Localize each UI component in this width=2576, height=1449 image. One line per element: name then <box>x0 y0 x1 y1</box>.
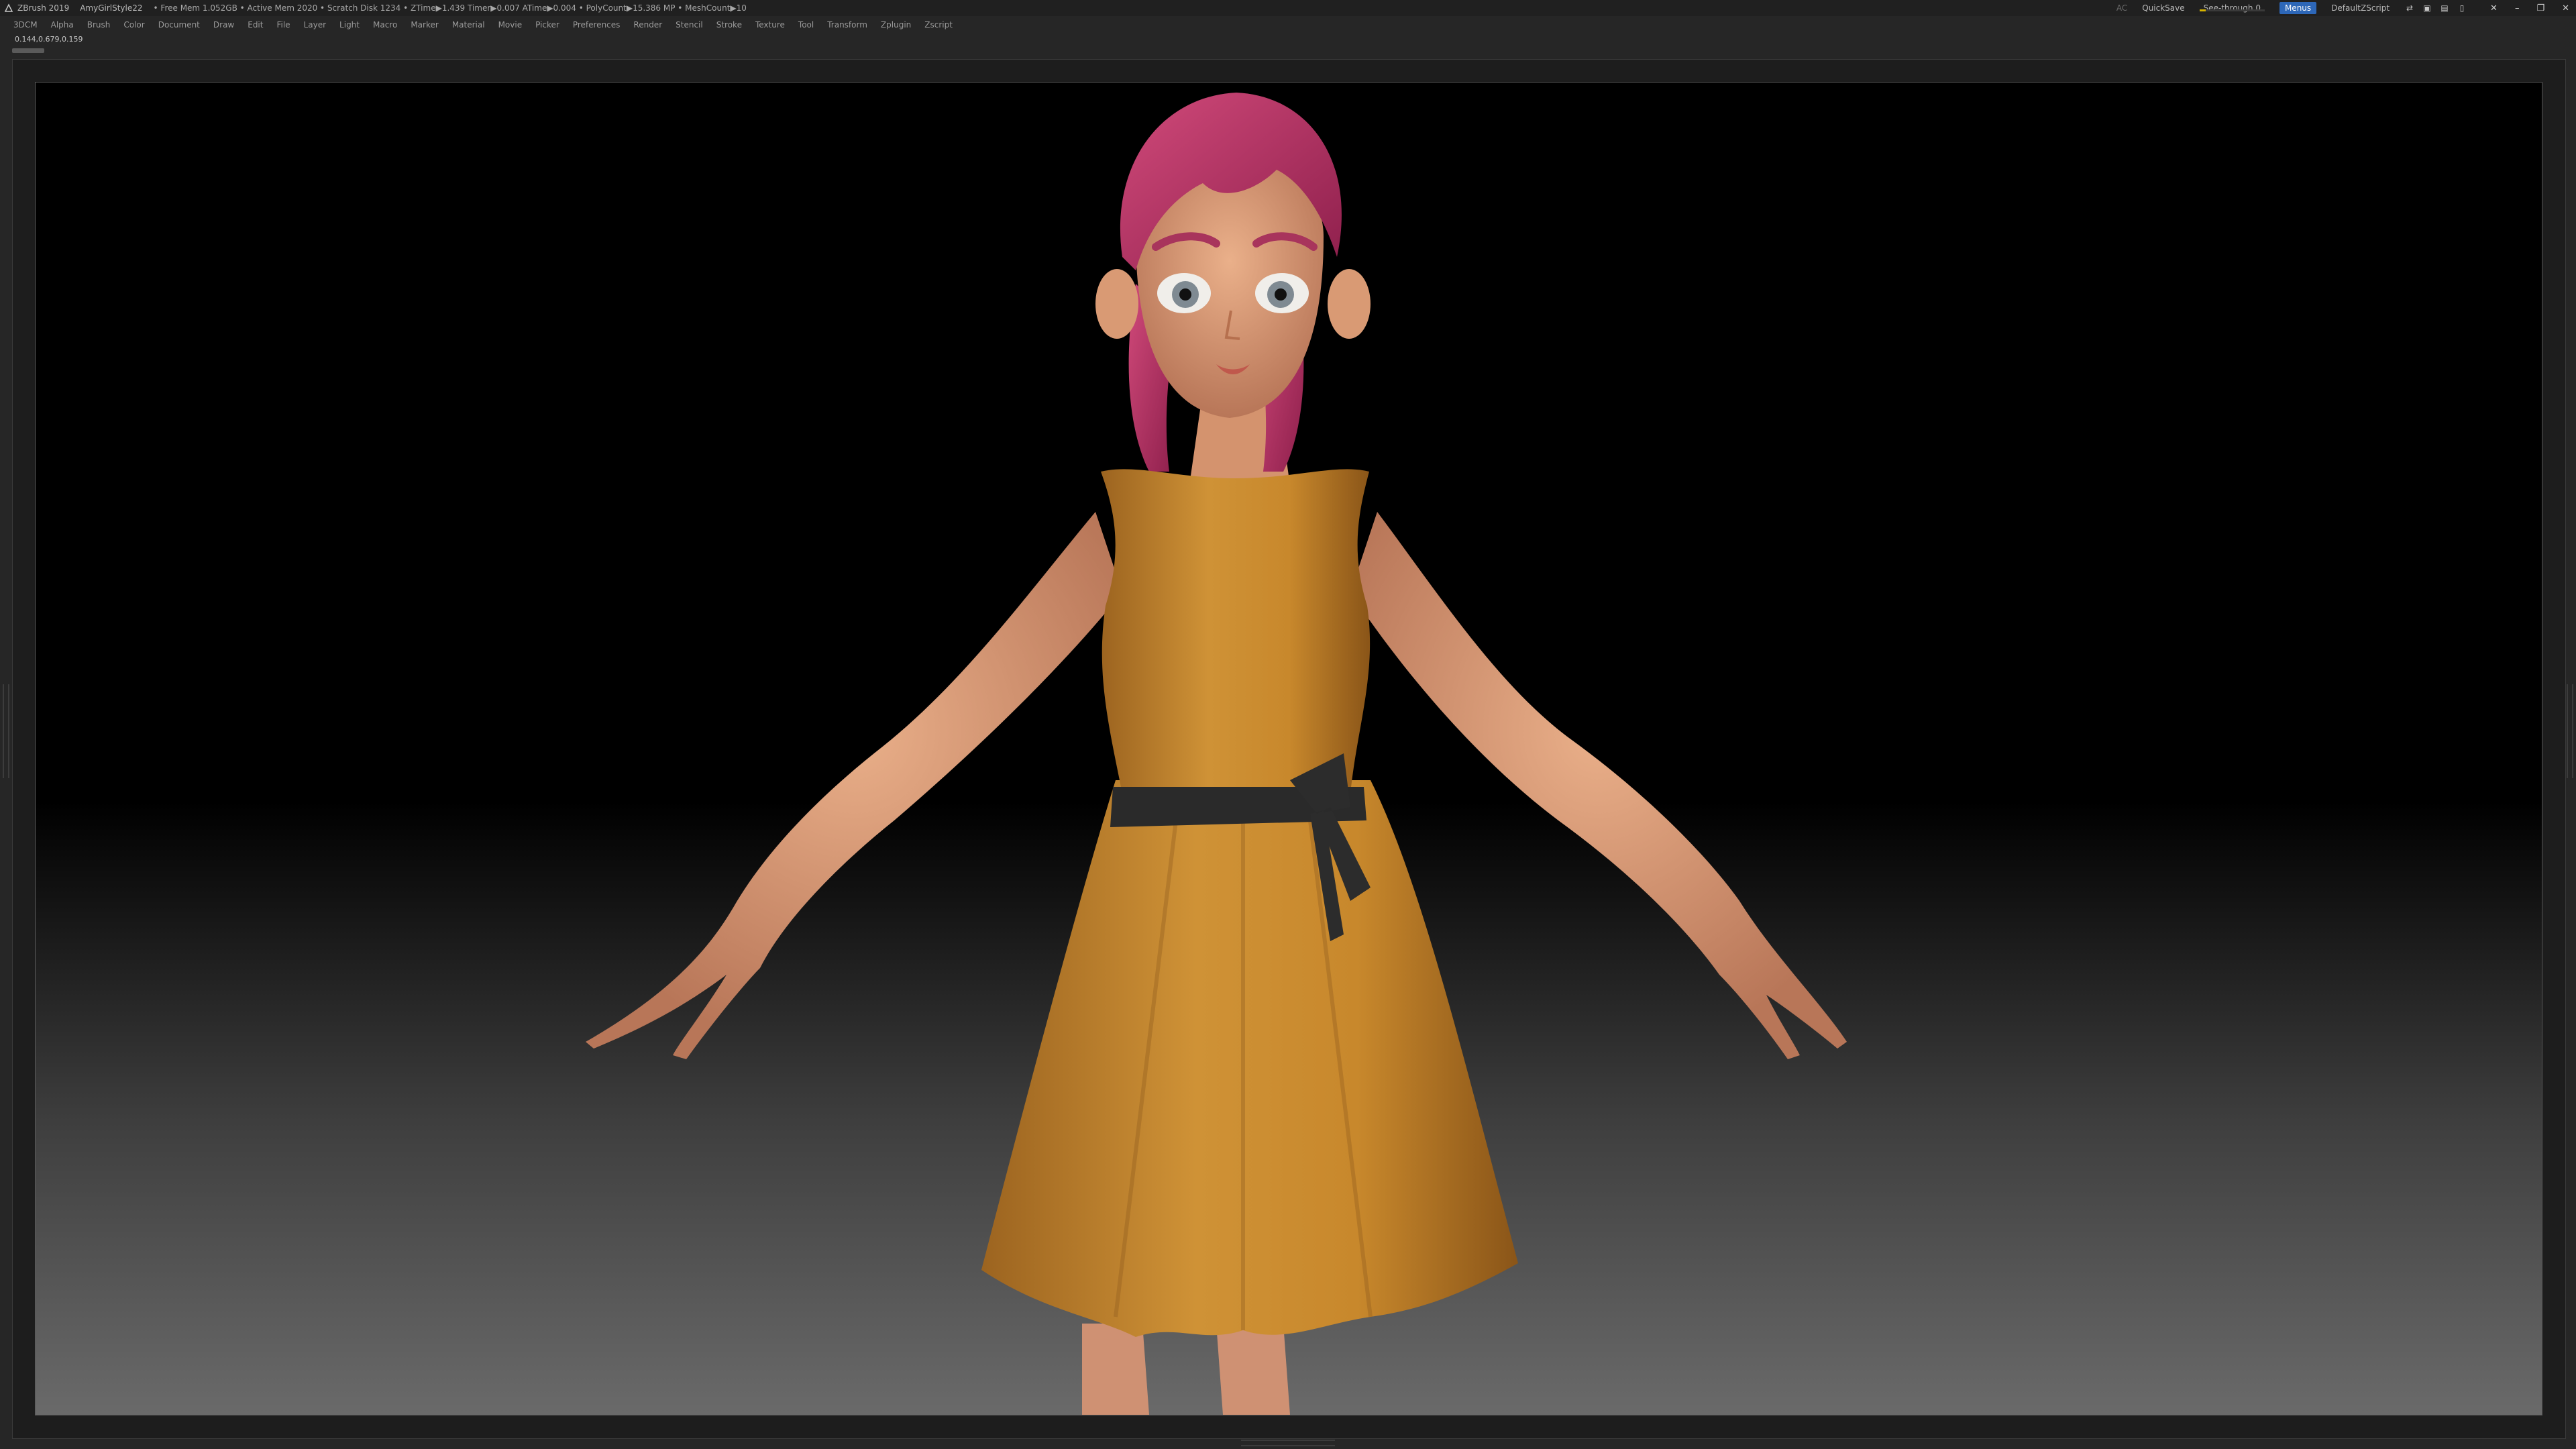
dress-bodice <box>1101 469 1371 794</box>
see-through-track <box>2199 9 2265 11</box>
close-icon[interactable]: ✕ <box>2562 3 2569 13</box>
left-arm <box>586 512 1122 1059</box>
menu-texture[interactable]: Texture <box>755 20 785 30</box>
layout-swap-icon[interactable]: ⇄ <box>2404 3 2415 13</box>
menu-macro[interactable]: Macro <box>373 20 397 30</box>
menu-light[interactable]: Light <box>339 20 360 30</box>
menu-edit[interactable]: Edit <box>248 20 263 30</box>
restore-icon[interactable]: ❐ <box>2536 3 2544 13</box>
menu-movie[interactable]: Movie <box>498 20 523 30</box>
menu-color[interactable]: Color <box>123 20 144 30</box>
memory-stats: • Free Mem 1.052GB • Active Mem 2020 • S… <box>153 3 747 13</box>
quicksave-button[interactable]: QuickSave <box>2142 3 2184 13</box>
close-ui-icon[interactable]: ✕ <box>2490 3 2498 13</box>
menu-material[interactable]: Material <box>452 20 485 30</box>
menu-marker[interactable]: Marker <box>411 20 438 30</box>
menu-document[interactable]: Document <box>158 20 200 30</box>
menu-stroke[interactable]: Stroke <box>716 20 742 30</box>
lock-icon[interactable]: ▯ <box>2457 3 2467 13</box>
menu-preferences[interactable]: Preferences <box>573 20 621 30</box>
left-tray-handle[interactable] <box>3 684 9 778</box>
title-bar: ZBrush 2019 AmyGirlStyle22 • Free Mem 1.… <box>0 0 2576 16</box>
main-menu-bar: 3DCM Alpha Brush Color Document Draw Edit File L… <box>0 16 2576 34</box>
right-ear <box>1328 269 1371 339</box>
menu-picker[interactable]: Picker <box>535 20 559 30</box>
palette-scroll-thumb[interactable] <box>12 48 44 53</box>
menu-zplugin[interactable]: Zplugin <box>881 20 911 30</box>
left-leg <box>1082 1324 1149 1415</box>
menu-3dcm[interactable]: 3DCM <box>13 20 38 30</box>
menu-alpha[interactable]: Alpha <box>51 20 74 30</box>
see-through-slider[interactable]: See-through 0 <box>2199 3 2265 13</box>
menu-layer[interactable]: Layer <box>304 20 326 30</box>
see-through-fill <box>2199 9 2206 11</box>
menu-render[interactable]: Render <box>633 20 662 30</box>
layout-icon[interactable]: ▣ <box>2422 3 2432 13</box>
right-tray-handle[interactable] <box>2567 684 2573 778</box>
title-right-tools: AC QuickSave See-through 0 Menus Default… <box>2116 0 2569 16</box>
document-name: AmyGirlStyle22 <box>80 3 143 13</box>
menu-draw[interactable]: Draw <box>213 20 234 30</box>
model-render <box>586 93 1847 1415</box>
right-leg <box>1216 1324 1290 1415</box>
document-canvas[interactable] <box>35 82 2542 1415</box>
menu-tool[interactable]: Tool <box>798 20 814 30</box>
default-zscript-button[interactable]: DefaultZScript <box>2331 3 2390 13</box>
window-controls: ✕ – ❐ ✕ <box>2490 3 2569 13</box>
menu-zscript[interactable]: Zscript <box>924 20 953 30</box>
menu-transform[interactable]: Transform <box>827 20 867 30</box>
ui-layout-icon[interactable]: ▤ <box>2439 3 2450 13</box>
menus-button[interactable]: Menus <box>2279 2 2317 14</box>
coordinates-readout: 0.144,0.679,0.159 <box>15 35 83 44</box>
layout-icons: ⇄ ▣ ▤ ▯ <box>2404 3 2467 13</box>
dress-skirt <box>981 780 1518 1337</box>
app-name: ZBrush 2019 <box>17 3 70 13</box>
ac-button[interactable]: AC <box>2116 3 2127 13</box>
bottom-tray-handle[interactable] <box>1241 1440 1335 1446</box>
menu-brush[interactable]: Brush <box>87 20 111 30</box>
minimize-icon[interactable]: – <box>2515 3 2520 13</box>
menu-file[interactable]: File <box>276 20 290 30</box>
menu-stencil[interactable]: Stencil <box>676 20 703 30</box>
zbrush-logo-icon <box>4 3 13 12</box>
left-ear <box>1095 269 1138 339</box>
